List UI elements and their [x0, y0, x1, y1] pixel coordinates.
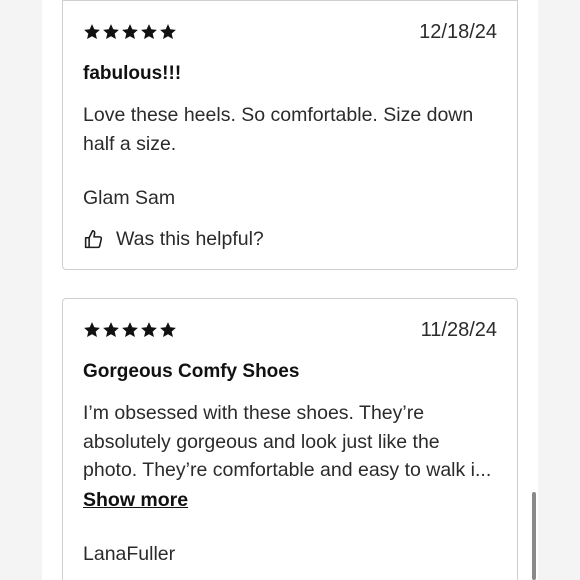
star-icon [141, 24, 157, 40]
thumbs-up-icon [84, 229, 103, 249]
star-icon [84, 322, 100, 338]
star-icon [160, 24, 176, 40]
review-title: Gorgeous Comfy Shoes [83, 361, 300, 382]
review-body-line: Love these heels. So comfortable. Size d… [83, 104, 474, 126]
review-body-line: absolutely gorgeous and look just like t… [83, 430, 440, 453]
review-body-line: photo. They’re comfortable and easy to w… [83, 459, 492, 481]
review-body-line: half a size. [83, 132, 177, 155]
star-icon [141, 322, 157, 338]
star-icon [103, 24, 119, 40]
review-date: 11/28/24 [420, 319, 497, 341]
review-card: 11/28/24 Gorgeous Comfy Shoes I’m obsess… [62, 298, 518, 580]
star-icon [160, 322, 176, 338]
reviews-panel: 12/18/24 fabulous!!! Love these heels. S… [42, 0, 538, 580]
star-icon [122, 24, 138, 40]
star-rating [83, 23, 177, 41]
show-more-link[interactable]: Show more [83, 489, 188, 512]
scrollbar-thumb[interactable] [532, 492, 536, 580]
star-icon [84, 24, 100, 40]
review-body-line: I’m obsessed with these shoes. They’re [83, 402, 425, 424]
star-icon [103, 322, 119, 338]
helpful-button[interactable]: Was this helpful? [83, 228, 264, 251]
helpful-label: Was this helpful? [116, 228, 264, 250]
star-icon [122, 322, 138, 338]
review-body: Love these heels. So comfortable. Size d… [83, 101, 503, 158]
review-body: I’m obsessed with these shoes. They’re a… [83, 399, 503, 485]
review-title: fabulous!!! [83, 63, 182, 84]
star-rating [83, 321, 177, 339]
review-author: LanaFuller [83, 543, 176, 565]
review-card: 12/18/24 fabulous!!! Love these heels. S… [62, 0, 518, 270]
review-author: Glam Sam [83, 187, 176, 209]
review-date: 12/18/24 [419, 21, 497, 43]
